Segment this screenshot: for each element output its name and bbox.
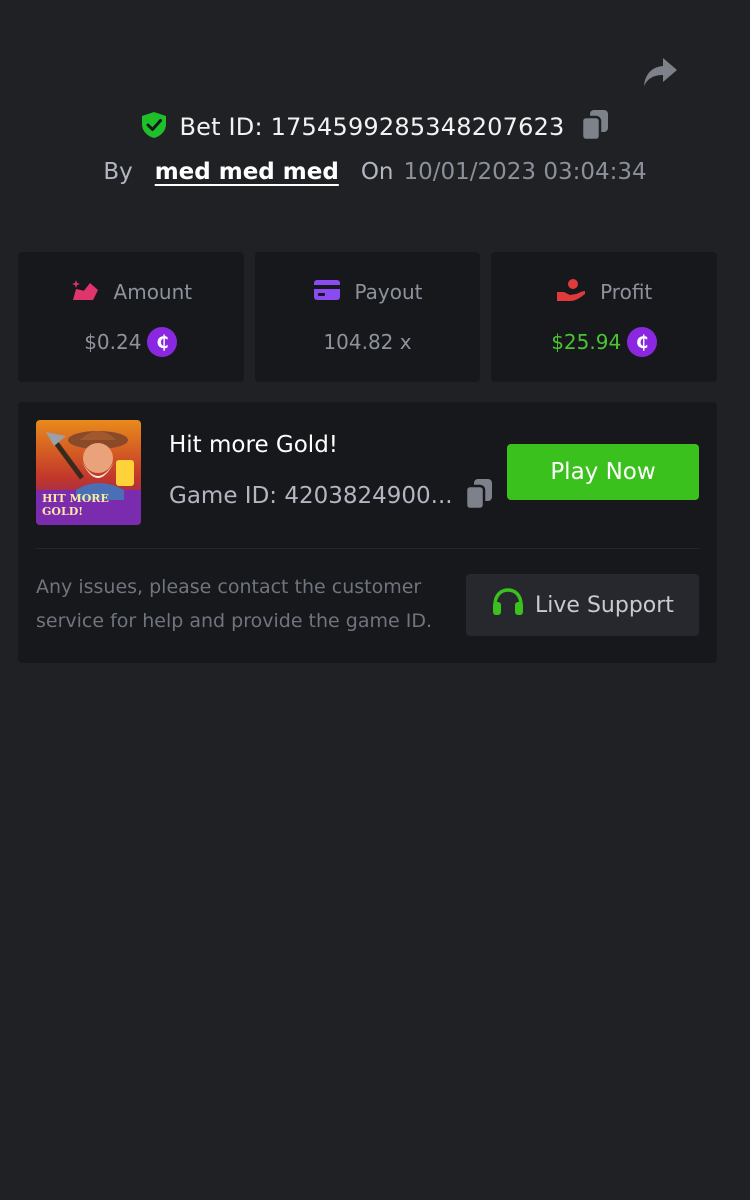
thumbnail-title-line1: HIT MORE (42, 492, 109, 505)
bet-date: 10/01/2023 03:04:34 (403, 159, 647, 185)
profit-value: $25.94 (551, 330, 622, 354)
thumbnail-title-line2: GOLD! (42, 505, 83, 518)
bet-meta-row: By med med med On 10/01/2023 03:04:34 (0, 153, 750, 191)
game-card: HIT MORE GOLD! Hit more Gold! Game ID: 4… (18, 402, 717, 663)
bet-chips-icon (70, 278, 100, 307)
game-thumbnail[interactable]: HIT MORE GOLD! (36, 420, 141, 525)
hand-profit-icon (556, 278, 586, 307)
game-id-text: Game ID: 4203824900... (169, 483, 453, 509)
payout-label: Payout (354, 280, 423, 304)
amount-label: Amount (113, 280, 193, 304)
by-label: By (103, 159, 133, 185)
live-support-button[interactable]: Live Support (466, 574, 699, 636)
divider (36, 548, 699, 549)
bet-id-label: Bet ID: (179, 113, 271, 141)
username-link[interactable]: med med med (155, 159, 339, 185)
on-label: On (360, 159, 394, 185)
copy-game-id-button[interactable] (464, 478, 493, 514)
share-arrow-icon (642, 56, 678, 92)
live-support-label: Live Support (535, 592, 674, 618)
verified-shield-icon (141, 111, 167, 143)
help-text: Any issues, please contact the customer … (36, 576, 432, 632)
game-id-row: Game ID: 4203824900... (169, 478, 493, 514)
coin-icon: ₵ (627, 327, 658, 357)
bet-id-text: Bet ID: 1754599285348207623 (179, 113, 564, 141)
bet-id-row: Bet ID: 1754599285348207623 (0, 108, 750, 146)
amount-card: Amount $0.24 ₵ (18, 252, 244, 382)
copy-icon (580, 109, 609, 145)
copy-icon (464, 478, 493, 514)
game-title[interactable]: Hit more Gold! (169, 432, 338, 458)
bet-stats: Amount $0.24 ₵ Payout 104.82 x Profit $2… (18, 252, 718, 382)
copy-bet-id-button[interactable] (580, 109, 609, 145)
profit-card: Profit $25.94 ₵ (491, 252, 718, 382)
bet-id-value: 1754599285348207623 (270, 113, 565, 141)
payout-value: 104.82 x (323, 330, 412, 354)
play-now-button[interactable]: Play Now (507, 444, 699, 500)
card-icon (313, 279, 341, 306)
headset-icon (491, 587, 525, 623)
share-button[interactable] (640, 56, 680, 92)
profit-label: Profit (600, 280, 653, 304)
coin-icon: ₵ (147, 327, 178, 357)
payout-card: Payout 104.82 x (254, 252, 481, 382)
amount-value: $0.24 (84, 330, 142, 354)
